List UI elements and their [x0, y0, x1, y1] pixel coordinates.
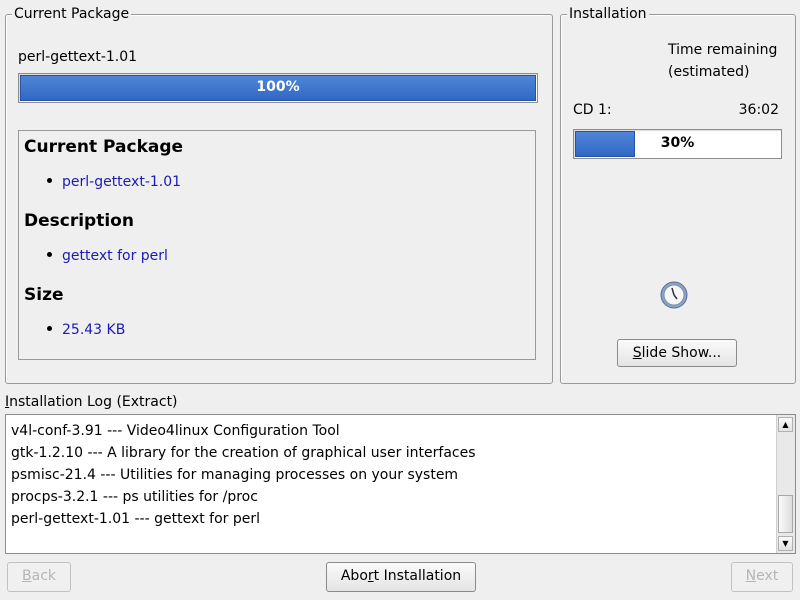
info-package-heading: Current Package: [24, 137, 184, 157]
current-package-name: perl-gettext-1.01: [18, 49, 138, 65]
package-info-box: Current Package perl-gettext-1.01 Descri…: [18, 130, 536, 360]
cd-time: 36:02: [738, 102, 779, 118]
slide-show-label-mnemonic: S: [632, 345, 642, 361]
bullet-icon: [47, 251, 52, 257]
back-label-mnemonic: B: [22, 568, 32, 584]
cd-label: CD 1:: [573, 102, 612, 118]
arrow-down-icon[interactable]: ▼: [778, 536, 793, 551]
abort-installation-button[interactable]: Abort Installation: [326, 562, 476, 592]
log-scroll-thumb[interactable]: [778, 495, 793, 533]
time-remaining-line1: Time remaining: [668, 42, 778, 58]
back-label-rest: ack: [31, 568, 56, 584]
package-progress-label: 100%: [256, 79, 300, 95]
info-description-value: gettext for perl: [62, 248, 168, 264]
bullet-icon: [47, 325, 52, 331]
bullet-icon: [47, 177, 52, 183]
log-title: Installation Log (Extract): [5, 394, 178, 410]
arrow-up-icon[interactable]: ▲: [778, 417, 793, 432]
next-button[interactable]: Next: [731, 562, 793, 592]
installation-frame-title: Installation: [567, 6, 649, 22]
time-remaining-label: Time remaining (estimated): [668, 39, 777, 83]
log-line: perl-gettext-1.01 --- gettext for perl: [11, 511, 261, 527]
info-size-value: 25.43 KB: [62, 322, 126, 338]
installation-progress-bar: 30%: [573, 129, 782, 159]
slide-show-button[interactable]: Slide Show...: [617, 339, 737, 367]
abort-label-before: Abo: [340, 568, 368, 584]
log-line: procps-3.2.1 --- ps utilities for /proc: [11, 489, 258, 505]
info-description-heading: Description: [24, 211, 134, 231]
time-remaining-line2: (estimated): [668, 64, 750, 80]
next-label-rest: ext: [756, 568, 779, 584]
current-package-frame-title: Current Package: [12, 6, 132, 22]
log-line: v4l-conf-3.91 --- Video4linux Configurat…: [11, 423, 340, 439]
info-size-heading: Size: [24, 285, 64, 305]
log-line: psmisc-21.4 --- Utilities for managing p…: [11, 467, 459, 483]
installation-log[interactable]: v4l-conf-3.91 --- Video4linux Configurat…: [5, 414, 796, 554]
log-line: gtk-1.2.10 --- A library for the creatio…: [11, 445, 476, 461]
package-progress-bar: 100%: [18, 73, 538, 103]
installation-progress-label: 30%: [660, 135, 695, 151]
back-button[interactable]: Back: [7, 562, 71, 592]
info-package-item: perl-gettext-1.01: [47, 174, 181, 190]
clock-icon: [660, 281, 688, 309]
slide-show-label-rest: lide Show...: [641, 345, 722, 361]
info-description-item: gettext for perl: [47, 248, 168, 264]
log-scrollbar[interactable]: ▲ ▼: [776, 415, 795, 553]
info-package-value: perl-gettext-1.01: [62, 174, 182, 190]
info-size-item: 25.43 KB: [47, 322, 125, 338]
abort-label-after: t Installation: [373, 568, 462, 584]
next-label-mnemonic: N: [745, 568, 757, 584]
log-title-rest: nstallation Log (Extract): [9, 394, 178, 410]
